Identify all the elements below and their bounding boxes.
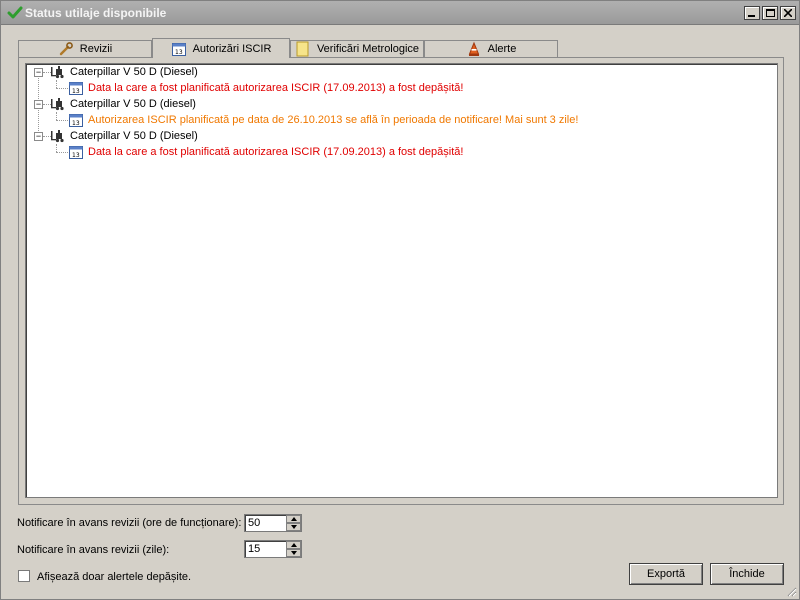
tree-connector [56,112,57,120]
revisions-days-label: Notificare în avans revizii (zile): [17,544,170,556]
message-text: Data la care a fost planificată autoriza… [88,82,464,94]
chevron-up-icon [290,543,297,547]
tree-node-machine[interactable]: Caterpillar V 50 D (Diesel) [50,64,198,80]
tree-node-machine[interactable]: Caterpillar V 50 D (Diesel) [50,128,198,144]
revisions-hours-value[interactable]: 50 [248,517,260,529]
close-button[interactable] [780,6,796,20]
tab-verificari-metrologice[interactable]: Verificări Metrologice [290,40,424,57]
maximize-button[interactable] [762,6,778,20]
only-overdue-label: Afișează doar alertele depășite. [37,571,192,583]
stepper-down-button[interactable] [286,523,301,531]
tree-node-message[interactable]: 13 Data la care a fost planificată autor… [68,144,463,160]
chevron-up-icon [290,517,297,521]
tree-connector [56,144,57,152]
minimize-icon [748,15,755,17]
tab-label-revizii: Revizii [79,43,113,55]
checkmark-icon [7,6,23,19]
tree-node-machine[interactable]: Caterpillar V 50 D (diesel) [50,96,196,112]
tab-label-alerte: Alerte [487,43,517,55]
tree-expander[interactable]: − [34,100,43,109]
tab-autorizari-iscir[interactable]: 13 Autorizări ISCIR [152,38,290,58]
tree-connector [56,152,68,153]
tab-label-verificari-metrologice: Verificări Metrologice [316,43,420,55]
chevron-down-icon [290,525,297,529]
export-button[interactable]: Exportă [629,563,703,585]
alerts-tree-view[interactable]: − Caterpillar V 50 D (Diesel) 13 Data la… [25,63,778,498]
machine-name: Caterpillar V 50 D (Diesel) [70,66,198,78]
maximize-icon [765,9,775,17]
calendar-icon: 13 [69,82,83,95]
revisions-days-stepper[interactable]: 15 [244,540,302,558]
calendar-icon: 13 [69,146,83,159]
svg-text:13: 13 [72,120,80,127]
tab-revizii[interactable]: Revizii [18,40,152,57]
svg-text:13: 13 [72,88,80,95]
tree-node-message[interactable]: 13 Data la care a fost planificată autor… [68,80,463,96]
tree-expander[interactable]: − [34,132,43,141]
alert-cone-icon [468,41,479,56]
tab-alerte[interactable]: Alerte [424,40,558,57]
machine-name: Caterpillar V 50 D (Diesel) [70,130,198,142]
tree-node-message[interactable]: 13 Autorizarea ISCIR planificată pe data… [68,112,578,128]
stepper-up-button[interactable] [286,541,301,549]
only-overdue-checkbox[interactable] [18,570,30,582]
wrench-icon [59,42,73,56]
tree-connector [56,120,68,121]
calendar-icon: 13 [171,42,186,56]
revisions-days-value[interactable]: 15 [248,543,260,555]
minimize-button[interactable] [744,6,760,20]
forklift-icon [51,130,64,143]
titlebar[interactable]: Status utilaje disponibile [1,1,799,25]
tree-expander[interactable]: − [34,68,43,77]
revisions-hours-label: Notificare în avans revizii (ore de func… [17,517,242,529]
machine-name: Caterpillar V 50 D (diesel) [70,98,196,110]
tree-connector [56,88,68,89]
stepper-down-button[interactable] [286,549,301,557]
resize-grip-icon[interactable] [785,585,797,597]
close-icon [784,9,792,17]
forklift-icon [51,98,64,111]
svg-text:13: 13 [72,152,80,159]
stepper-up-button[interactable] [286,515,301,523]
window-title: Status utilaje disponibile [25,6,167,20]
tree-connector [56,80,57,88]
main-window: Status utilaje disponibile Revizii 13 Au… [0,0,800,600]
message-text: Data la care a fost planificată autoriza… [88,146,464,158]
close-dialog-button[interactable]: Închide [710,563,784,585]
chevron-down-icon [290,551,297,555]
sticky-note-icon [296,41,309,57]
revisions-hours-stepper[interactable]: 50 [244,514,302,532]
calendar-icon: 13 [69,114,83,127]
forklift-icon [51,66,64,79]
tab-label-autorizari-iscir: Autorizări ISCIR [192,42,272,55]
message-text: Autorizarea ISCIR planificată pe data de… [88,114,579,126]
svg-text:13: 13 [175,49,183,56]
